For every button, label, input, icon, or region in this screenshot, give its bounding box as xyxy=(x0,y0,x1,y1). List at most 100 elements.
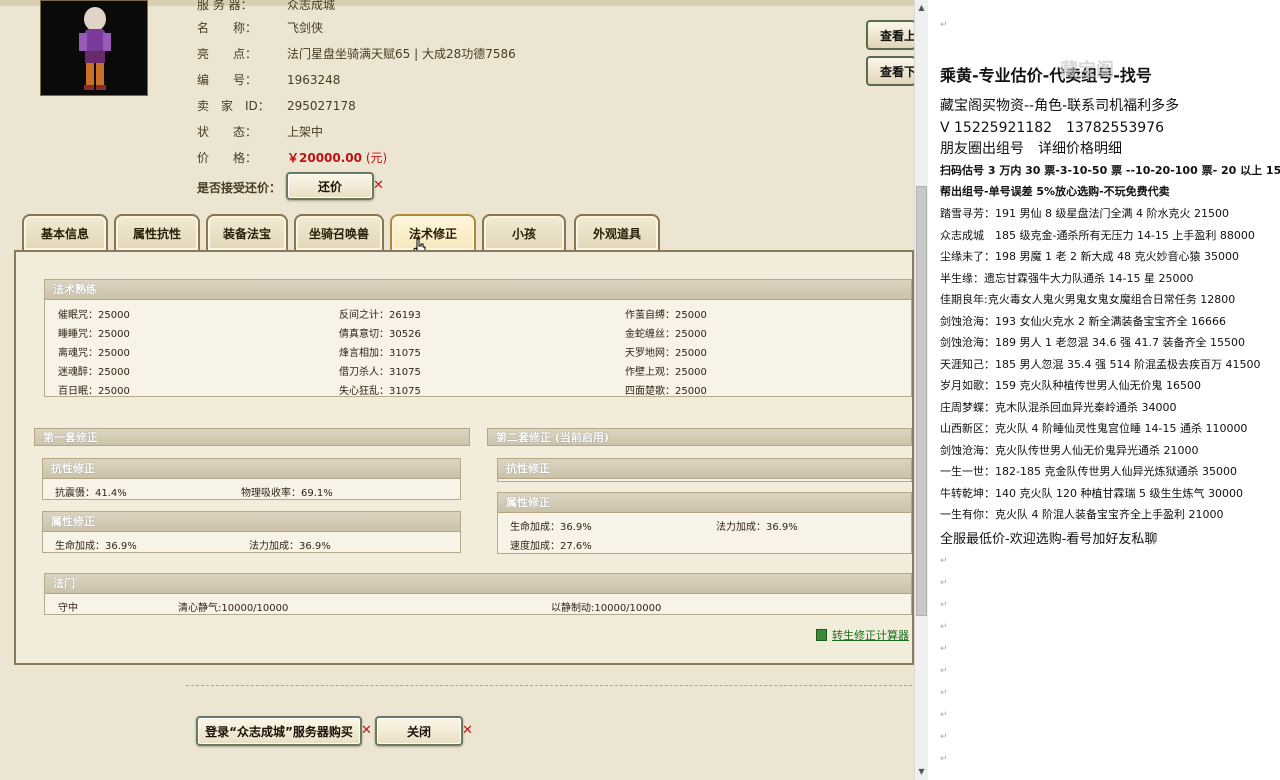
view-previous-button[interactable]: 查看上 xyxy=(866,20,914,50)
status-value: 上架中 xyxy=(287,125,324,139)
spell-mastery-title: 法术熟练 xyxy=(45,280,911,300)
tab-spell-correction[interactable]: 法术修正 xyxy=(390,214,476,250)
set1-resist-title: 抗性修正 xyxy=(43,459,460,479)
return-mark-icon: ↵ xyxy=(940,666,948,676)
price-row: 价 格： ￥20000.00 (元) xyxy=(197,149,387,165)
set2-attr-item: 生命加成：36.9% xyxy=(510,522,592,533)
mastery-cell: 借刀杀人：31075 xyxy=(339,367,421,378)
mastery-cell: 催眠咒：25000 xyxy=(58,310,130,321)
seller-row: 卖 家 ID： 295027178 xyxy=(197,97,356,113)
character-avatar xyxy=(40,0,148,96)
mastery-cell: 睡睡咒：25000 xyxy=(58,329,130,340)
rebirth-calculator-link[interactable]: 转生修正计算器 xyxy=(816,627,909,643)
set1-resist-item: 抗震慑：41.4% xyxy=(55,488,127,499)
tab-attribute-resist[interactable]: 属性抗性 xyxy=(114,214,200,250)
server-row: 服 务 器： 众志成城 xyxy=(197,0,335,12)
return-mark-icon: ↵ xyxy=(940,644,948,654)
spell-mastery-section: 法术熟练 催眠咒：25000 反间之计：26193 作茧自缚：25000 睡睡咒… xyxy=(44,279,912,397)
status-row: 状 态： 上架中 xyxy=(197,123,323,139)
set2-title: 第二套修正 (当前启用) xyxy=(487,428,912,446)
mastery-cell: 作茧自缚：25000 xyxy=(625,310,707,321)
return-mark-icon: ↵ xyxy=(940,578,948,588)
doc-closing: 全服最低价-欢迎选购-看号加好友私聊 xyxy=(940,532,1158,547)
set1-resist-section: 抗性修正 抗震慑：41.4% 物理吸收率：69.1% xyxy=(42,458,461,500)
doc-line: 藏宝阁买物资--角色-联系司机福利多多 xyxy=(940,98,1180,114)
bargain-label: 是否接受还价： xyxy=(197,181,282,195)
set2-resist-title: 抗性修正 xyxy=(498,459,911,479)
bargain-x-icon: ✕ xyxy=(373,178,384,193)
return-mark-icon: ↵ xyxy=(940,710,948,720)
doc-list-item: 踏雪寻芳：191 男仙 8 级星盘法门全满 4 阶水克火 21500 xyxy=(940,207,1229,220)
return-mark-icon: ↵ xyxy=(940,732,948,742)
return-mark-icon: ↵ xyxy=(940,600,948,610)
doc-list-item: 一生有你：克火队 4 阶混人装备宝宝齐全上手盈利 21000 xyxy=(940,508,1224,521)
doc-list-item: 尘缘未了：198 男魔 1 老 2 新大成 48 克火妙音心猿 35000 xyxy=(940,250,1239,263)
close-x-icon: ✕ xyxy=(462,723,473,738)
vertical-scrollbar[interactable]: ▲ ▼ xyxy=(914,0,928,780)
set1-title: 第一套修正 xyxy=(34,428,470,446)
mastery-cell: 天罗地网：25000 xyxy=(625,348,707,359)
name-row: 名 称： 飞剑侠 xyxy=(197,19,323,35)
login-buy-button[interactable]: 登录“众志成城”服务器购买 xyxy=(196,716,362,746)
mastery-cell: 离魂咒：25000 xyxy=(58,348,130,359)
highlight-value: 法门星盘坐骑满天赋65 | 大成28功德7586 xyxy=(287,47,516,61)
server-value: 众志成城 xyxy=(287,0,336,12)
divider xyxy=(186,685,912,686)
doc-list-item: 众志成城 185 级克金-通杀所有无压力 14-15 上手盈利 88000 xyxy=(940,229,1255,242)
price-unit: (元) xyxy=(365,151,388,165)
highlight-row: 亮 点： 法门星盘坐骑满天赋65 | 大成28功德7586 xyxy=(197,45,516,61)
doc-list-item: 半生缘：遗忘甘霖强牛大力队通杀 14-15 星 25000 xyxy=(940,272,1194,285)
tab-mount-summon[interactable]: 坐骑召唤兽 xyxy=(294,214,384,250)
scroll-thumb[interactable] xyxy=(916,186,927,616)
id-value: 1963248 xyxy=(287,73,341,87)
tab-child[interactable]: 小孩 xyxy=(482,214,566,250)
close-button[interactable]: 关闭 xyxy=(375,716,463,746)
doc-line: 帮出组号-单号误差 5%放心选购-不玩免费代卖 xyxy=(940,185,1170,198)
server-label: 服 务 器： xyxy=(197,0,253,12)
set2-attr-item: 法力加成：36.9% xyxy=(716,522,798,533)
id-row: 编 号： 1963248 xyxy=(197,71,340,87)
set2-attr-title: 属性修正 xyxy=(498,493,911,513)
return-mark-icon: ↵ xyxy=(940,556,948,566)
bargain-row: 是否接受还价： xyxy=(197,179,287,195)
set2-attr-section: 属性修正 生命加成：36.9% 法力加成：36.9% 速度加成：27.6% xyxy=(497,492,912,554)
set1-attr-section: 属性修正 生命加成：36.9% 法力加成：36.9% xyxy=(42,511,461,553)
tab-basic-info[interactable]: 基本信息 xyxy=(22,214,108,250)
id-label: 编 号： xyxy=(197,73,258,87)
mastery-cell: 迷魂醉：25000 xyxy=(58,367,130,378)
tab-appearance[interactable]: 外观道具 xyxy=(574,214,660,250)
name-label: 名 称： xyxy=(197,21,258,35)
game-trade-window: 服 务 器： 众志成城 名 称： 飞剑侠 亮 点： 法门星盘坐骑满天赋65 | 大成2… xyxy=(0,0,914,780)
set1-attr-item: 法力加成：36.9% xyxy=(249,541,331,552)
scroll-up-icon[interactable]: ▲ xyxy=(915,0,928,16)
seller-label: 卖 家 ID： xyxy=(197,99,270,113)
tab-equipment[interactable]: 装备法宝 xyxy=(206,214,288,250)
mastery-cell: 金蛇缠丝：25000 xyxy=(625,329,707,340)
doc-list-item: 剑蚀沧海：189 男人 1 老忽混 34.6 强 41.7 装备齐全 15500 xyxy=(940,336,1245,349)
doc-list-item: 牛转乾坤：140 克火队 120 种植甘霖瑞 5 级生生炼气 30000 xyxy=(940,487,1243,500)
view-next-button[interactable]: 查看下 xyxy=(866,56,914,86)
mastery-cell: 作壁上观：25000 xyxy=(625,367,707,378)
mastery-cell: 四面楚歌：25000 xyxy=(625,386,707,397)
method-item: 守中 xyxy=(58,603,78,614)
rebirth-calculator-label: 转生修正计算器 xyxy=(832,629,909,642)
set1-attr-title: 属性修正 xyxy=(43,512,460,532)
sales-document: ↵ 乘黄-专业估价-代卖组号-找号 藏宝阁 藏宝阁买物资--角色-联系司机福利多… xyxy=(928,0,1280,780)
mastery-cell: 倩真意切：30526 xyxy=(339,329,421,340)
set1-resist-item: 物理吸收率：69.1% xyxy=(241,488,333,499)
return-mark-icon: ↵ xyxy=(940,688,948,698)
return-mark-icon: ↵ xyxy=(940,20,948,30)
status-label: 状 态： xyxy=(197,125,258,139)
doc-list-item: 天涯知己：185 男人忽混 35.4 强 514 阶混孟极去疾百万 41500 xyxy=(940,358,1261,371)
method-title: 法门 xyxy=(45,574,911,594)
watermark-logo: 藏宝阁 xyxy=(1060,60,1114,81)
doc-list-item: 剑蚀沧海：193 女仙火克水 2 新全满装备宝宝齐全 16666 xyxy=(940,315,1226,328)
bargain-button[interactable]: 还价 xyxy=(286,172,374,200)
set2-attr-item: 速度加成：27.6% xyxy=(510,541,592,552)
method-item: 以静制动:10000/10000 xyxy=(551,603,662,614)
set2-resist-section: 抗性修正 xyxy=(497,458,912,482)
scroll-down-icon[interactable]: ▼ xyxy=(915,764,928,780)
highlight-label: 亮 点： xyxy=(197,47,258,61)
doc-contact: V 15225921182 13782553976 xyxy=(940,120,1164,136)
set1-attr-item: 生命加成：36.9% xyxy=(55,541,137,552)
